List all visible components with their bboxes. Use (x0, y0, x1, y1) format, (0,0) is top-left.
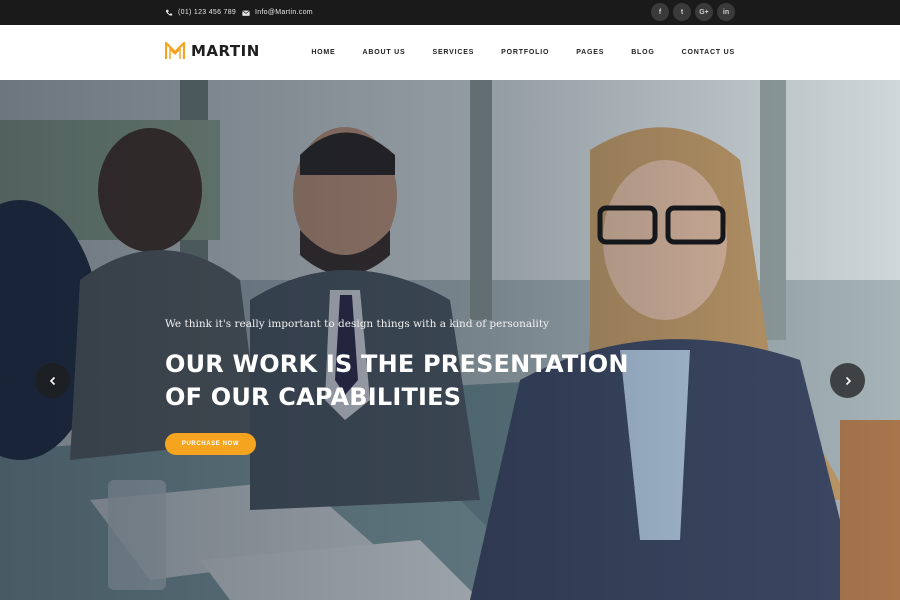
nav-services[interactable]: SERVICES (432, 49, 474, 56)
hero-headline: OUR WORK IS THE PRESENTATION OF OUR CAPA… (165, 348, 629, 414)
nav-contact-us[interactable]: CONTACT US (682, 49, 735, 56)
nav-home[interactable]: HOME (311, 49, 335, 56)
main-header: MARTIN HOME ABOUT US SERVICES PORTFOLIO … (0, 25, 900, 80)
social-links: f t G+ in (651, 3, 735, 21)
hero-headline-line-1: OUR WORK IS THE PRESENTATION (165, 350, 629, 378)
google-plus-icon[interactable]: G+ (695, 3, 713, 21)
linkedin-icon[interactable]: in (717, 3, 735, 21)
hero-slider: We think it's really important to design… (0, 80, 900, 600)
email-address[interactable]: Info@Martin.com (255, 9, 313, 16)
hero-overlay (0, 80, 900, 600)
chevron-left-icon (49, 376, 55, 385)
phone-number: (01) 123 456 789 (178, 9, 237, 16)
phone-contact: (01) 123 456 789 (165, 0, 236, 25)
slider-prev-button[interactable] (35, 363, 70, 398)
logo-text: MARTIN (191, 42, 260, 60)
hero-headline-line-2: OF OUR CAPABILITIES (165, 383, 462, 411)
main-nav: HOME ABOUT US SERVICES PORTFOLIO PAGES B… (311, 25, 735, 80)
twitter-icon[interactable]: t (673, 3, 691, 21)
chevron-right-icon (845, 376, 851, 385)
nav-blog[interactable]: BLOG (631, 49, 654, 56)
nav-portfolio[interactable]: PORTFOLIO (501, 49, 549, 56)
top-bar: (01) 123 456 789 Info@Martin.com f t G+ … (0, 0, 900, 25)
purchase-now-button[interactable]: PURCHASE NOW (165, 433, 256, 455)
facebook-icon[interactable]: f (651, 3, 669, 21)
slider-next-button[interactable] (830, 363, 865, 398)
nav-about-us[interactable]: ABOUT US (363, 49, 406, 56)
hero-kicker: We think it's really important to design… (165, 318, 549, 330)
email-contact[interactable]: Info@Martin.com (242, 0, 313, 25)
phone-icon (165, 9, 173, 16)
envelope-icon (242, 9, 250, 16)
site-logo[interactable]: MARTIN (165, 42, 260, 60)
logo-m-icon (165, 42, 185, 59)
nav-pages[interactable]: PAGES (576, 49, 604, 56)
